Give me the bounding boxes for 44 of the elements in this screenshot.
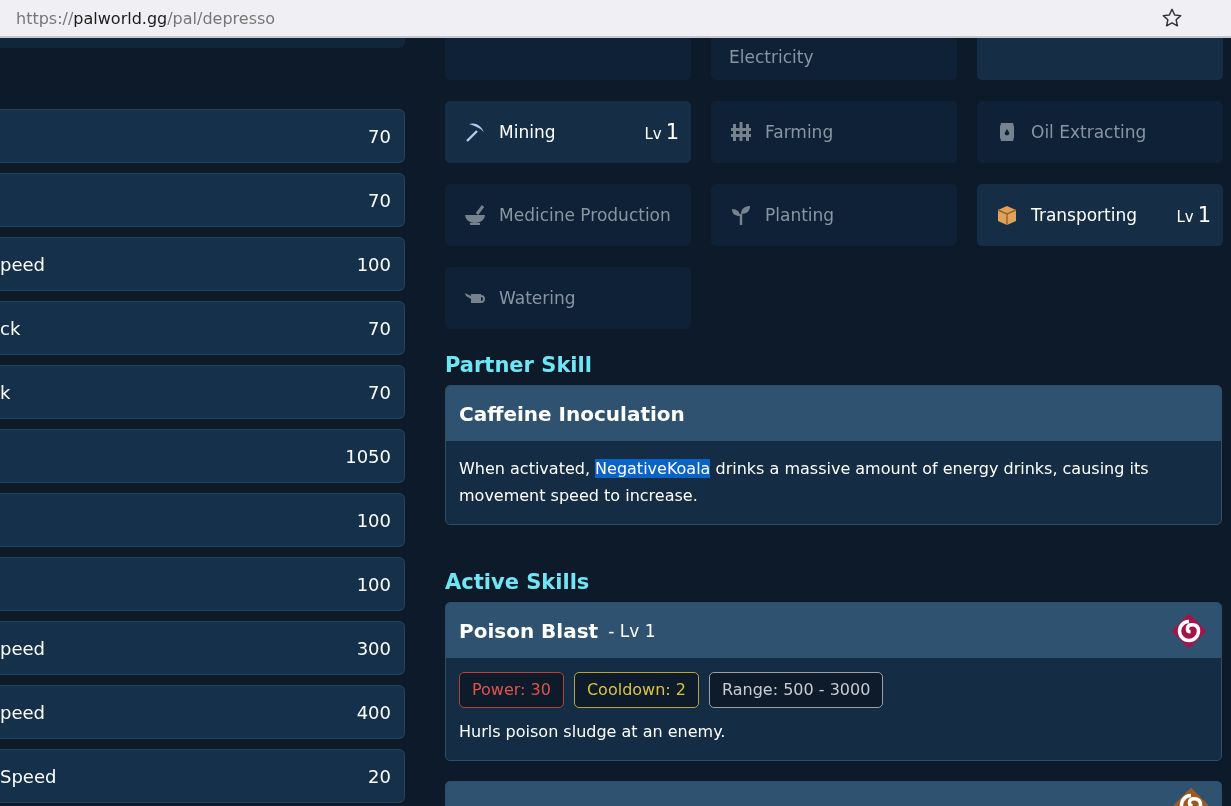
stat-value: 70 bbox=[368, 317, 391, 339]
work-name: Planting bbox=[765, 205, 836, 225]
fence-icon bbox=[729, 120, 753, 144]
section-heading: Partner Skill bbox=[445, 353, 593, 377]
skill-name: Caffeine Inoculation bbox=[459, 401, 685, 426]
stat-label: peed bbox=[0, 701, 45, 723]
work-name: Farming bbox=[765, 122, 835, 142]
stat-tag: Power: 30 bbox=[459, 672, 564, 708]
stat-value: 400 bbox=[356, 701, 391, 723]
section-heading: Active Skills bbox=[445, 570, 591, 594]
stat-value: 70 bbox=[368, 189, 391, 211]
work-level: Lv 1 bbox=[1176, 203, 1211, 227]
stat-value: 100 bbox=[356, 253, 391, 275]
address-bar[interactable]: https://palworld.gg/pal/depresso bbox=[0, 0, 1231, 38]
sprout-icon bbox=[729, 203, 753, 227]
stat-label: ck bbox=[0, 317, 21, 339]
stat-value: 100 bbox=[356, 573, 391, 595]
work-name: Transporting bbox=[1031, 205, 1139, 225]
stat-label: Speed bbox=[0, 765, 57, 787]
stat-tag: Range: 500 - 3000 bbox=[708, 672, 884, 708]
box-icon bbox=[995, 203, 1019, 227]
work-name: Oil Extracting bbox=[1031, 122, 1148, 142]
stat-value: 70 bbox=[368, 125, 391, 147]
stat-value: 1050 bbox=[345, 445, 391, 467]
work-name: Watering bbox=[499, 288, 577, 308]
work-name: Mining bbox=[499, 122, 557, 142]
stat-value: 70 bbox=[368, 381, 391, 403]
url-text[interactable]: https://palworld.gg/pal/depresso bbox=[16, 8, 1161, 28]
stat-value: 20 bbox=[368, 765, 391, 787]
skill-name: Poison Blast bbox=[459, 618, 599, 643]
skill-description: When activated, NegativeKoala drinks a massive amount of energy drinks, causing its movement speed to increase. bbox=[458, 458, 1150, 507]
stat-tag: Cooldown: 2 bbox=[573, 672, 699, 708]
stat-label: peed bbox=[0, 637, 45, 659]
bookmark-star-icon[interactable] bbox=[1161, 7, 1183, 29]
work-name: Electricity bbox=[729, 47, 815, 67]
stat-value: 300 bbox=[356, 637, 391, 659]
work-level: Lv 1 bbox=[644, 120, 679, 144]
skill-description: Hurls poison sludge at an enemy. bbox=[459, 721, 727, 743]
mortar-icon bbox=[463, 203, 487, 227]
stat-label: peed bbox=[0, 253, 45, 275]
work-name: Medicine Production bbox=[499, 205, 672, 225]
stat-label: k bbox=[0, 381, 11, 403]
skill-level: - Lv 1 bbox=[608, 620, 657, 641]
stat-value: 100 bbox=[356, 509, 391, 531]
